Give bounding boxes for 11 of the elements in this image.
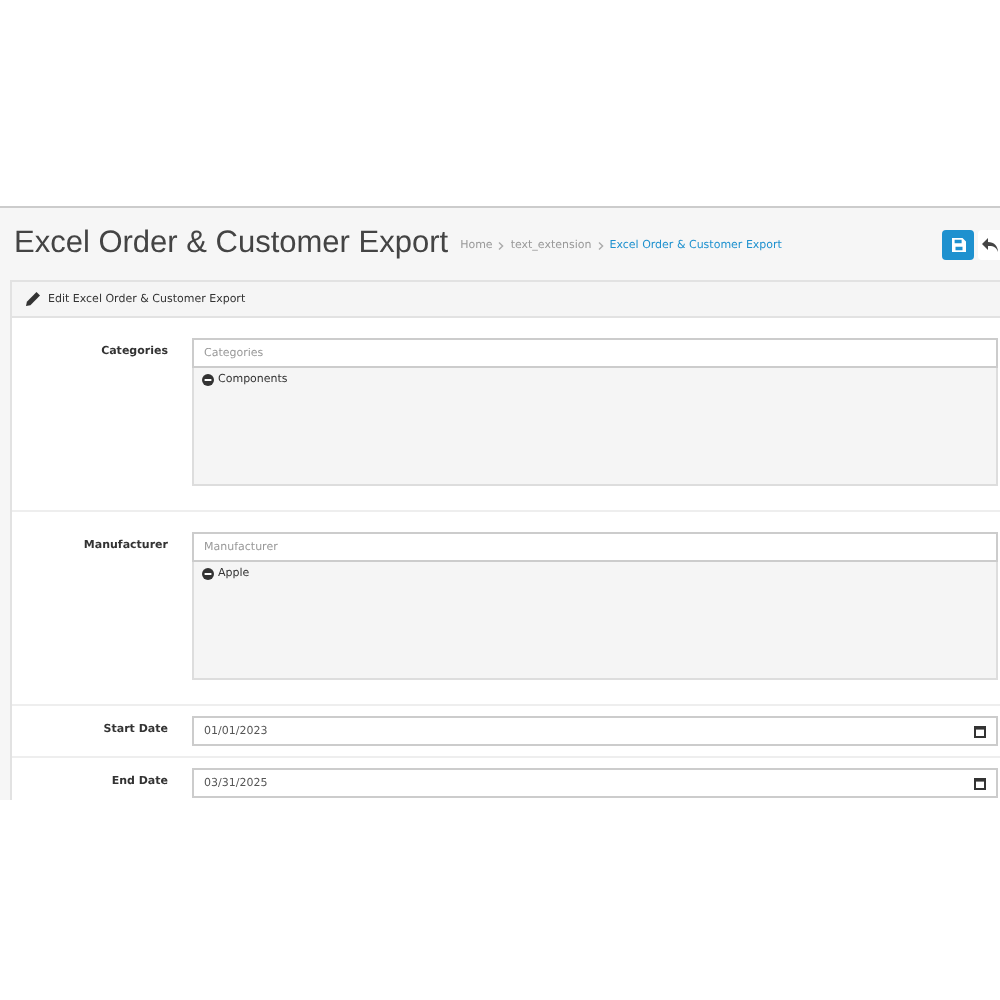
chevron-icon <box>597 242 604 250</box>
calendar-icon[interactable] <box>974 777 986 789</box>
back-button[interactable] <box>978 229 1000 259</box>
calendar-icon[interactable] <box>974 725 986 737</box>
page-title: Excel Order & Customer Export <box>14 226 449 262</box>
save-icon <box>951 237 965 251</box>
remove-icon[interactable] <box>202 568 214 580</box>
remove-icon[interactable] <box>202 374 214 386</box>
pencil-icon <box>26 292 40 306</box>
chevron-icon <box>498 242 505 250</box>
reply-icon <box>981 237 997 251</box>
